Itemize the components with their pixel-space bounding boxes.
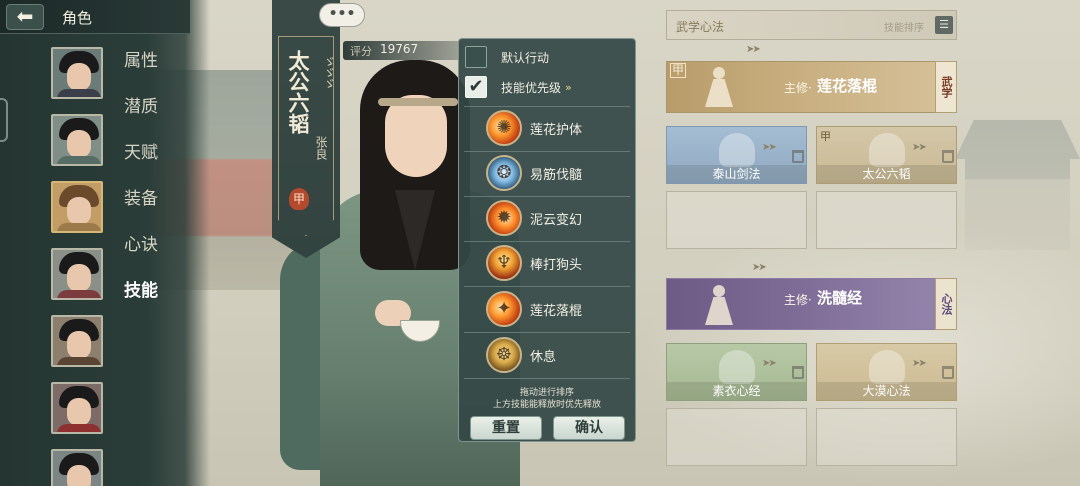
character-avatar-5[interactable] <box>51 315 103 367</box>
slot-name: 素衣心经 <box>667 382 806 400</box>
main-martial-name: 莲花落棍 <box>817 77 878 95</box>
back-button[interactable]: ⬅ <box>6 4 44 30</box>
character-avatar-6[interactable] <box>51 382 103 434</box>
arrow-decoration-icon: ➤➤ <box>752 262 767 273</box>
martial-figure-icon <box>695 63 745 111</box>
skill-priority-popup <box>458 38 636 442</box>
left-panel <box>0 0 210 486</box>
nav-skills[interactable]: 技能 <box>124 276 158 301</box>
nav-mind-art[interactable]: 心诀 <box>124 230 158 255</box>
flame-swirl-icon: ✹ <box>486 200 522 236</box>
staff-strike-icon: ♆ <box>486 245 522 281</box>
mind-art-slot[interactable]: 素衣心经 <box>666 343 807 401</box>
popup-divider <box>464 378 630 379</box>
skill-item[interactable]: ✹ 泥云变幻 <box>466 197 630 239</box>
nav-attributes[interactable]: 属性 <box>124 46 158 71</box>
martial-type-tag: 武学 <box>935 61 957 113</box>
skill-priority-checkbox[interactable]: ✔ <box>465 76 487 98</box>
arrow-decoration-icon: ➤➤ <box>912 358 927 369</box>
hero-face <box>385 95 447 177</box>
mind-art-type-tag: 心法 <box>935 278 957 330</box>
slot-name: 泰山剑法 <box>667 165 806 183</box>
banner-title: 太公六韬 <box>286 50 311 134</box>
trash-icon[interactable] <box>792 150 804 163</box>
score-value: 19767 <box>380 42 419 56</box>
default-action-checkbox[interactable] <box>465 46 487 68</box>
grade-tag: 甲 <box>820 130 831 143</box>
default-action-label: 默认行动 <box>501 50 550 65</box>
trash-icon[interactable] <box>942 150 954 163</box>
empty-mind-art-slot[interactable] <box>816 408 957 466</box>
confirm-button[interactable]: 确认 <box>553 416 625 440</box>
nav-potential[interactable]: 潜质 <box>124 92 158 117</box>
character-avatar-2[interactable] <box>51 114 103 166</box>
martial-header-title: 武学心法 <box>676 20 725 34</box>
arrow-decoration-icon: ➤➤ <box>762 358 777 369</box>
sort-icon[interactable]: ☰ <box>935 16 953 34</box>
martial-slot[interactable]: 泰山剑法 <box>666 126 807 184</box>
water-swirl-icon: ❂ <box>486 155 522 191</box>
popup-divider <box>464 286 630 287</box>
character-avatar-1[interactable] <box>51 47 103 99</box>
skill-item[interactable]: ✦ 莲花落棍 <box>466 288 630 330</box>
empty-mind-art-slot[interactable] <box>666 408 807 466</box>
skill-item[interactable]: ☸ 休息 <box>466 334 630 376</box>
hero-headband <box>378 98 458 106</box>
score-label: 评分 <box>350 45 372 58</box>
mind-art-slot[interactable]: 大漠心法 <box>816 343 957 401</box>
default-action-row[interactable]: 默认行动 <box>465 46 629 68</box>
character-avatar-7[interactable] <box>51 449 103 486</box>
nav-equipment[interactable]: 装备 <box>124 184 158 209</box>
trash-icon[interactable] <box>942 366 954 379</box>
character-avatar-4[interactable] <box>51 248 103 300</box>
sword-figure-icon <box>719 133 755 167</box>
martial-slot[interactable]: 甲 太公六韬 <box>816 126 957 184</box>
skill-item[interactable]: ♆ 棒打狗头 <box>466 242 630 284</box>
arrow-decoration-icon: ➤➤ <box>762 142 777 153</box>
empty-martial-slot[interactable] <box>816 191 957 249</box>
back-arrow-icon: ⬅ <box>16 4 34 28</box>
scroll-figure-icon <box>719 350 755 384</box>
nav-talent[interactable]: 天赋 <box>124 138 158 163</box>
trash-icon[interactable] <box>792 366 804 379</box>
main-prefix-label: 主修· <box>784 81 812 95</box>
banner-rune: ゞゞゞ <box>320 55 335 88</box>
reset-button[interactable]: 重置 <box>470 416 542 440</box>
slot-name: 太公六韬 <box>817 165 956 183</box>
double-chevron-icon: » <box>565 80 572 94</box>
skill-name: 休息 <box>530 350 557 365</box>
lotus-staff-icon: ✦ <box>486 291 522 327</box>
skill-priority-label: 技能优先级 <box>501 80 562 95</box>
popup-divider <box>464 332 630 333</box>
side-expand-tab[interactable] <box>0 98 8 142</box>
banner-seal: 甲 <box>289 188 309 210</box>
skill-item[interactable]: ✺ 莲花护体 <box>466 107 630 149</box>
skill-name: 泥云变幻 <box>530 213 583 228</box>
page-title: 角色 <box>62 9 93 27</box>
desert-figure-icon <box>869 350 905 384</box>
skill-name: 棒打狗头 <box>530 258 583 273</box>
chat-bubble-button[interactable]: ••• <box>319 3 365 27</box>
skill-item[interactable]: ❂ 易筋伐髓 <box>466 152 630 194</box>
character-avatar-3[interactable] <box>51 181 103 233</box>
fire-lotus-icon: ✺ <box>486 110 522 146</box>
drag-hint: 拖动进行排序 <box>519 388 574 398</box>
arrow-decoration-icon: ➤➤ <box>912 142 927 153</box>
priority-hint: 上方技能能释放时优先释放 <box>492 400 601 410</box>
skill-name: 莲花落棍 <box>530 304 583 319</box>
meditate-icon: ☸ <box>486 337 522 373</box>
grade-tag: 甲 <box>670 63 687 78</box>
skill-name: 易筋伐髓 <box>530 168 583 183</box>
slot-name: 大漠心法 <box>817 382 956 400</box>
character-name: 张良 <box>314 136 328 160</box>
meditating-figure-icon <box>695 281 745 329</box>
skill-name: 莲花护体 <box>530 123 583 138</box>
skill-priority-row[interactable]: ✔ 技能优先级 » <box>465 76 629 98</box>
staff-figure-icon <box>869 133 905 167</box>
main-mind-art-name: 洗髓经 <box>817 289 863 307</box>
main-prefix-label: 主修· <box>784 293 812 307</box>
arrow-decoration-icon: ➤➤ <box>746 44 761 55</box>
empty-martial-slot[interactable] <box>666 191 807 249</box>
skill-sort-label[interactable]: 技能排序 <box>884 19 924 34</box>
